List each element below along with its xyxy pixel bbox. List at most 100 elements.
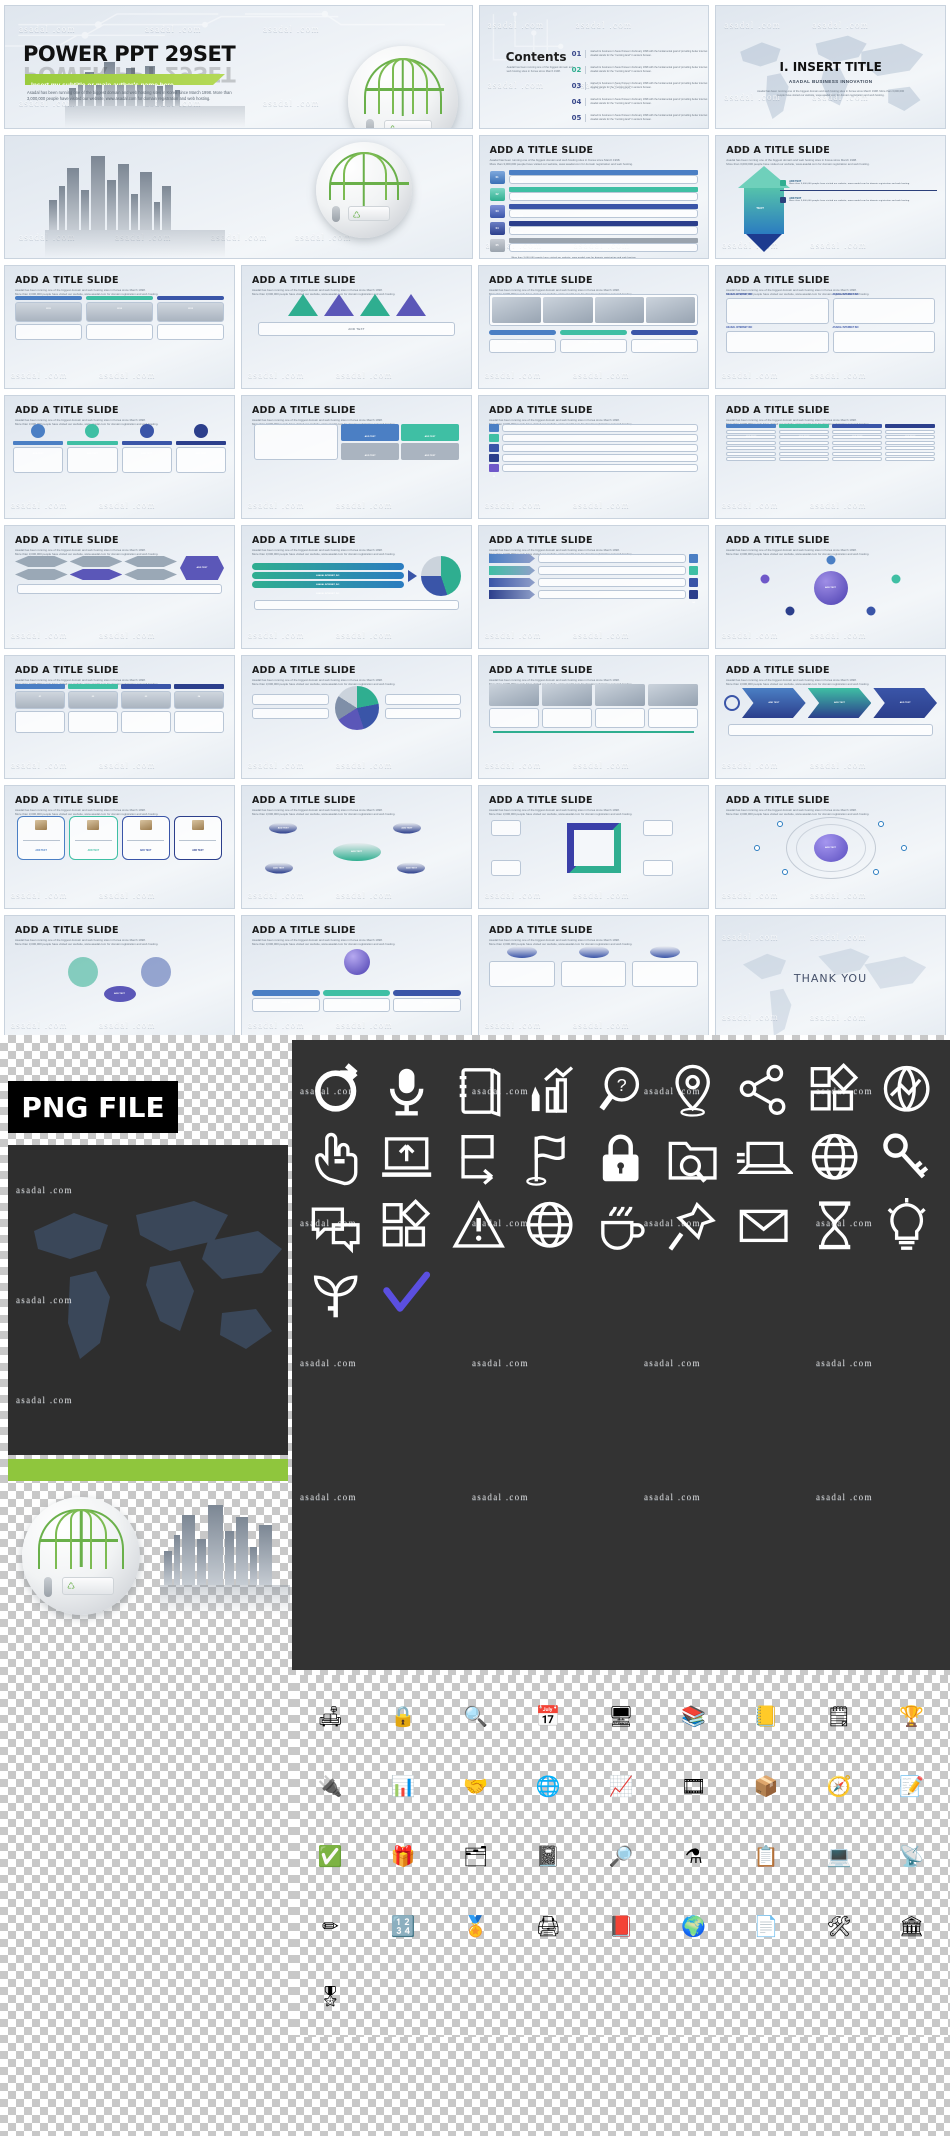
gift-box-icon[interactable]: 🎁 (371, 1825, 436, 1887)
folder-search-icon[interactable] (663, 1130, 722, 1188)
slide-s16[interactable]: ADD A TITLE SLIDE Asadal has been runnin… (478, 525, 709, 649)
flag-icon[interactable] (520, 1130, 579, 1188)
shapes-group-icon[interactable] (805, 1062, 864, 1120)
shapes-group-2-icon[interactable] (377, 1198, 436, 1256)
slide-s18[interactable]: ADD A TITLE SLIDE Asadal has been runnin… (4, 655, 235, 779)
slide-s23[interactable]: ADD A TITLE SLIDE Asadal has been runnin… (241, 785, 472, 909)
slide-s21[interactable]: ADD A TITLE SLIDE Asadal has been runnin… (715, 655, 946, 779)
cube-box-icon[interactable]: 📦 (734, 1755, 799, 1817)
bar-chart-pen-icon[interactable]: 📊 (371, 1755, 436, 1817)
row-number: 02 (495, 192, 499, 196)
books-shelf-icon[interactable]: 📚 (661, 1685, 726, 1747)
microphone-icon[interactable] (377, 1062, 436, 1120)
grid-globe-icon[interactable] (520, 1198, 579, 1256)
film-reel-icon[interactable]: 🎞 (661, 1755, 726, 1817)
location-pin-icon[interactable] (663, 1062, 722, 1120)
slide-s26[interactable]: ADD A TITLE SLIDE Asadal has been runnin… (4, 915, 235, 1039)
slide-s08[interactable]: ADD A TITLE SLIDE Asadal has been runnin… (478, 265, 709, 389)
key-icon[interactable] (877, 1130, 936, 1188)
ring-binder-icon[interactable]: 📒 (734, 1685, 799, 1747)
question-magnifier-icon[interactable]: ? (591, 1062, 650, 1120)
warning-triangle-icon[interactable] (449, 1198, 508, 1256)
globe-documents-icon[interactable]: 🌐 (516, 1755, 581, 1817)
compass-icon[interactable]: 🧭 (807, 1755, 872, 1817)
padlock-globe-icon[interactable]: 🔒 (371, 1685, 436, 1747)
blackboard-icon[interactable]: 📓 (516, 1825, 581, 1887)
slide-s15[interactable]: ADD A TITLE SLIDE Asadal has been runnin… (241, 525, 472, 649)
handshake-businessmen-icon[interactable]: 🤝 (443, 1755, 508, 1817)
notes-icon[interactable]: 📝 (879, 1755, 944, 1817)
best-award-icon[interactable]: 🏅 (443, 1895, 508, 1957)
slide-title: ADD A TITLE SLIDE (252, 925, 356, 936)
slide-cover-continuation[interactable]: asadal .com asadal .com asadal .com asad… (4, 135, 473, 259)
globe-arrow-icon[interactable] (877, 1062, 936, 1120)
printer-icon[interactable]: 🖨 (516, 1895, 581, 1957)
calendar-23-icon[interactable]: 📅 (516, 1685, 581, 1747)
trophy-hourglass-icon[interactable]: 🏆 (879, 1685, 944, 1747)
slide-s19[interactable]: ADD A TITLE SLIDE Asadal has been runnin… (241, 655, 472, 779)
lightbulb-icon[interactable] (877, 1198, 936, 1256)
growth-chart-icon[interactable] (520, 1062, 579, 1120)
slide-s22[interactable]: ADD A TITLE SLIDE Asadal has been runnin… (4, 785, 235, 909)
slide-s11[interactable]: ADD A TITLE SLIDE Asadal has been runnin… (241, 395, 472, 519)
clipboard-icon[interactable]: 📋 (734, 1825, 799, 1887)
hourglass-icon[interactable] (805, 1198, 864, 1256)
slide-thank-you[interactable]: asadal .com asadal .com asadal .com asad… (715, 915, 946, 1039)
chart-clipboard-icon[interactable]: 📈 (589, 1755, 654, 1817)
slide-s24[interactable]: ADD A TITLE SLIDE Asadal has been runnin… (478, 785, 709, 909)
qa-board-icon[interactable]: 🗒 (807, 1685, 872, 1747)
flask-icon[interactable]: ⚗ (661, 1825, 726, 1887)
slide-s12[interactable]: ADD A TITLE SLIDE Asadal has been runnin… (478, 395, 709, 519)
usb-drive-icon[interactable]: 🔌 (298, 1755, 363, 1817)
padlock-icon[interactable] (591, 1130, 650, 1188)
network-globe-icon[interactable]: 🌍 (661, 1895, 726, 1957)
wire-globe-icon[interactable] (805, 1130, 864, 1188)
slide-s04[interactable]: ADD A TITLE SLIDE Asadal has been runnin… (478, 135, 710, 259)
slide-s06[interactable]: ADD A TITLE SLIDE Asadal has been runnin… (4, 265, 235, 389)
number-blocks-icon[interactable]: 🔢 (371, 1895, 436, 1957)
speech-bubbles-icon[interactable] (306, 1198, 365, 1256)
pointing-hand-icon[interactable] (306, 1130, 365, 1188)
slide-cover[interactable]: asadal .com asadal .com asadal .com asad… (4, 5, 473, 129)
refresh-arrow-icon[interactable] (306, 1062, 365, 1120)
magnifier-icon[interactable]: 🔎 (589, 1825, 654, 1887)
slide-s09[interactable]: ADD A TITLE SLIDE Asadal has been runnin… (715, 265, 946, 389)
slide-s13[interactable]: ADD A TITLE SLIDE Asadal has been runnin… (715, 395, 946, 519)
slide-s10[interactable]: ADD A TITLE SLIDE Asadal has been runnin… (4, 395, 235, 519)
device-return-icon[interactable] (449, 1130, 508, 1188)
slide-s28[interactable]: ADD A TITLE SLIDE Asadal has been runnin… (478, 915, 709, 1039)
laptop-screen-icon[interactable]: 💻 (807, 1825, 872, 1887)
slide-s05[interactable]: ADD A TITLE SLIDE Asadal has been runnin… (715, 135, 947, 259)
folder-stack-icon[interactable]: 🗂 (443, 1825, 508, 1887)
slide-s14[interactable]: ADD A TITLE SLIDE Asadal has been runnin… (4, 525, 235, 649)
slide-s25[interactable]: ADD A TITLE SLIDE Asadal has been runnin… (715, 785, 946, 909)
pillars-icon[interactable]: 🏛 (879, 1895, 944, 1957)
slide-contents[interactable]: asadal .com asadal .com asadal .com asad… (478, 5, 710, 129)
laptop-upload-icon[interactable] (377, 1130, 436, 1188)
green-check-icon[interactable]: ✅ (298, 1825, 363, 1887)
slide-s07[interactable]: ADD A TITLE SLIDE Asadal has been runnin… (241, 265, 472, 389)
slide-s27[interactable]: ADD A TITLE SLIDE Asadal has been runnin… (241, 915, 472, 1039)
best-ribbon-icon[interactable]: 🎖 (298, 1965, 363, 2027)
magnifier-question-icon[interactable]: 🔍 (443, 1685, 508, 1747)
sprout-icon[interactable] (306, 1266, 365, 1324)
desk-lamp-books-icon[interactable]: 🛋 (298, 1685, 363, 1747)
laptop-icon[interactable] (734, 1130, 794, 1188)
toc-text: started its business in Seoul Korea in F… (585, 98, 708, 106)
share-nodes-icon[interactable] (734, 1062, 793, 1120)
pushpin-icon[interactable] (663, 1198, 722, 1256)
slide-section-title[interactable]: asadal .com asadal .com asadal .com asad… (715, 5, 947, 129)
coffee-cup-icon[interactable] (591, 1198, 650, 1256)
monitor-icon[interactable]: 🖥 (589, 1685, 654, 1747)
document-icon[interactable]: 📄 (734, 1895, 799, 1957)
books-icon[interactable]: 📕 (589, 1895, 654, 1957)
satellite-dish-icon[interactable]: 📡 (879, 1825, 944, 1887)
envelope-icon[interactable] (734, 1198, 793, 1256)
pencil-icon[interactable]: ✏ (298, 1895, 363, 1957)
notebook-icon[interactable] (449, 1062, 508, 1120)
check-mark-icon[interactable] (377, 1266, 436, 1324)
slide-s20[interactable]: ADD A TITLE SLIDE Asadal has been runnin… (478, 655, 709, 779)
slide-stage: ASADAL INTERNET, INC.ASADAL INTERNET, IN… (242, 552, 471, 642)
slide-s17[interactable]: ADD A TITLE SLIDE Asadal has been runnin… (715, 525, 946, 649)
tools-icon[interactable]: 🛠 (807, 1895, 872, 1957)
